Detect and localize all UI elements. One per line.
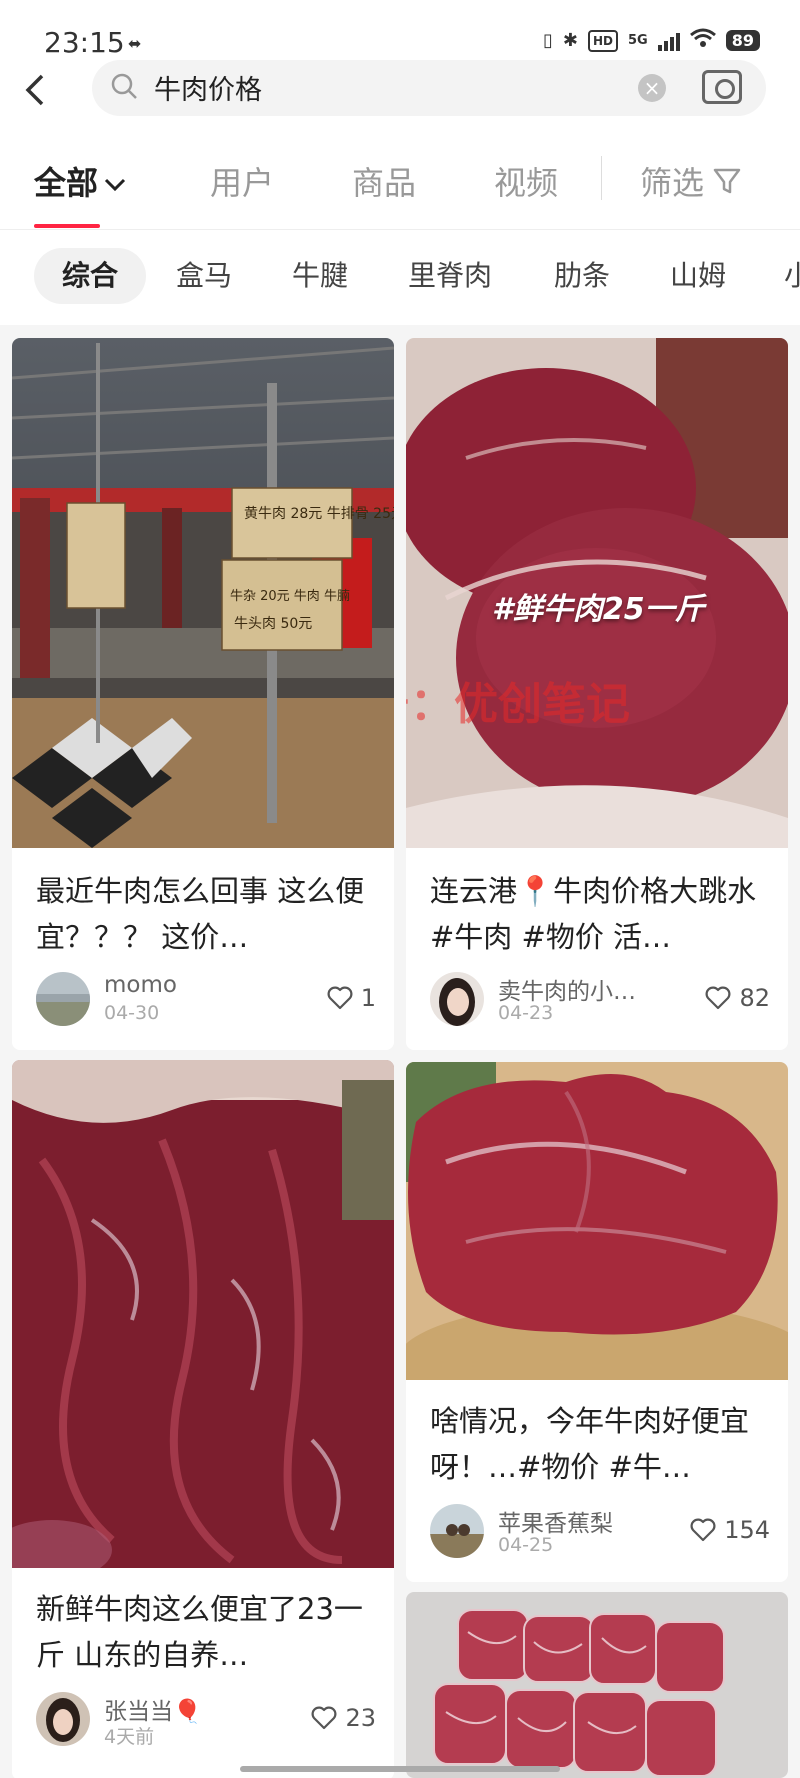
tab-divider — [601, 156, 602, 200]
avatar[interactable] — [36, 1692, 90, 1746]
post-date: 04-25 — [498, 1534, 554, 1556]
like-button[interactable]: 82 — [705, 984, 770, 1012]
card-title: 啥情况，今年牛肉好便宜呀！…#物价 #牛… — [430, 1404, 750, 1484]
status-time: 23:15 — [44, 26, 125, 59]
vibrate-icon: ▯ — [543, 30, 553, 51]
chip-comprehensive[interactable]: 综合 — [34, 248, 147, 304]
card-image-market: 黄牛肉 28元 牛排骨 25元 牛杂 20元 牛肉 牛腩 牛头肉 50元 — [12, 338, 394, 848]
back-button[interactable] — [24, 70, 64, 120]
like-count: 1 — [360, 984, 376, 1012]
chip-tenderloin[interactable]: 里脊肉 — [408, 248, 492, 304]
card-image-beef: #鲜牛肉25一斤 号：优创笔记 — [406, 338, 788, 848]
wifi-icon — [689, 28, 716, 53]
feed-card[interactable]: 新鲜牛肉这么便宜了23一斤 山东的自养… 张当当🎈 4天前 23 — [12, 1060, 394, 1778]
search-query: 牛肉价格 — [154, 75, 262, 106]
image-overlay-text: #鲜牛肉25一斤 — [492, 592, 705, 627]
card-title: 最近牛肉怎么回事 这么便宜？？？ 这价… — [36, 874, 365, 954]
card-meta: 卖牛肉的小… 04-23 82 — [430, 972, 770, 1028]
feed-card[interactable] — [406, 1592, 788, 1778]
card-image-beef-tray — [406, 1062, 788, 1380]
card-meta: momo 04-30 1 — [36, 972, 376, 1028]
feed-card[interactable]: 啥情况，今年牛肉好便宜呀！…#物价 #牛… 苹果香蕉梨 04-25 154 — [406, 1062, 788, 1582]
post-date: 04-23 — [498, 1002, 554, 1024]
chip-hema[interactable]: 盒马 — [176, 248, 232, 304]
category-chips: 综合 盒马 牛腱 里脊肉 肋条 山姆 小 — [0, 230, 800, 325]
tab-all[interactable]: 全部 — [34, 158, 126, 204]
like-count: 82 — [739, 984, 770, 1012]
like-button[interactable]: 23 — [311, 1704, 376, 1732]
feed-card[interactable]: #鲜牛肉25一斤 号：优创笔记 连云港📍牛肉价格大跳水 #牛肉 #物价 活… 卖… — [406, 338, 788, 1050]
heart-icon — [705, 986, 731, 1010]
vpn-icon: ⬌ — [128, 34, 142, 53]
tab-filter[interactable]: 筛选 — [640, 158, 742, 204]
chip-beef-shank[interactable]: 牛腱 — [292, 248, 348, 304]
card-title: 连云港📍牛肉价格大跳水 #牛肉 #物价 活… — [430, 874, 757, 954]
heart-icon — [690, 1518, 716, 1542]
chevron-down-icon — [104, 173, 126, 198]
author-name[interactable]: momo — [104, 972, 177, 998]
battery-icon: 89 — [725, 30, 760, 51]
heart-icon — [327, 986, 353, 1010]
chip-sams[interactable]: 山姆 — [670, 248, 726, 304]
tab-all-label: 全部 — [34, 164, 99, 202]
tab-filter-label: 筛选 — [640, 164, 705, 202]
hd-badge: HD — [588, 29, 619, 52]
like-button[interactable]: 154 — [690, 1516, 770, 1544]
feed-card[interactable]: 黄牛肉 28元 牛排骨 25元 牛杂 20元 牛肉 牛腩 牛头肉 50元 最近牛… — [12, 338, 394, 1050]
main-tabs: 全部 用户 商品 视频 筛选 — [0, 140, 800, 230]
clear-search-button[interactable]: × — [638, 74, 666, 102]
like-count: 154 — [724, 1516, 770, 1544]
filter-icon — [712, 166, 742, 204]
tab-users[interactable]: 用户 — [210, 158, 274, 204]
bluetooth-icon: ✱ — [562, 30, 578, 51]
price-sign-3: 牛头肉 50元 — [234, 616, 312, 632]
status-icons: ▯ ✱ HD 5G 89 — [543, 28, 760, 53]
search-input[interactable]: 牛肉价格 × — [92, 60, 766, 116]
home-indicator — [240, 1766, 560, 1772]
card-meta: 张当当🎈 4天前 23 — [36, 1692, 376, 1748]
search-row: 牛肉价格 × — [0, 60, 800, 140]
tab-videos[interactable]: 视频 — [494, 158, 558, 204]
card-title: 新鲜牛肉这么便宜了23一斤 山东的自养… — [36, 1592, 363, 1672]
like-count: 23 — [345, 1704, 376, 1732]
post-date: 4天前 — [104, 1726, 155, 1748]
active-tab-indicator — [34, 224, 100, 228]
avatar[interactable] — [430, 1504, 484, 1558]
author-name[interactable]: 卖牛肉的小… — [498, 972, 636, 1006]
like-button[interactable]: 1 — [327, 984, 376, 1012]
price-sign-1: 黄牛肉 28元 牛排骨 25元 — [244, 505, 394, 522]
chip-ribs[interactable]: 肋条 — [554, 248, 610, 304]
post-date: 04-30 — [104, 1002, 160, 1024]
camera-search-icon[interactable] — [702, 70, 742, 104]
chevron-left-icon — [25, 74, 44, 106]
watermark-text: 号：优创笔记 — [406, 679, 630, 730]
heart-icon — [311, 1706, 337, 1730]
signal-icon — [657, 31, 680, 51]
tab-products[interactable]: 商品 — [352, 158, 416, 204]
author-name[interactable]: 张当当🎈 — [104, 1692, 202, 1726]
avatar[interactable] — [36, 972, 90, 1026]
card-image-steaks — [406, 1592, 788, 1778]
network-type: 5G — [628, 33, 648, 48]
avatar[interactable] — [430, 972, 484, 1026]
card-image-hanging-beef — [12, 1060, 394, 1568]
chip-more[interactable]: 小 — [784, 248, 800, 304]
price-sign-2: 牛杂 20元 牛肉 牛腩 — [230, 589, 350, 604]
author-name[interactable]: 苹果香蕉梨 — [498, 1504, 613, 1538]
search-icon — [111, 73, 137, 99]
card-meta: 苹果香蕉梨 04-25 154 — [430, 1504, 770, 1560]
